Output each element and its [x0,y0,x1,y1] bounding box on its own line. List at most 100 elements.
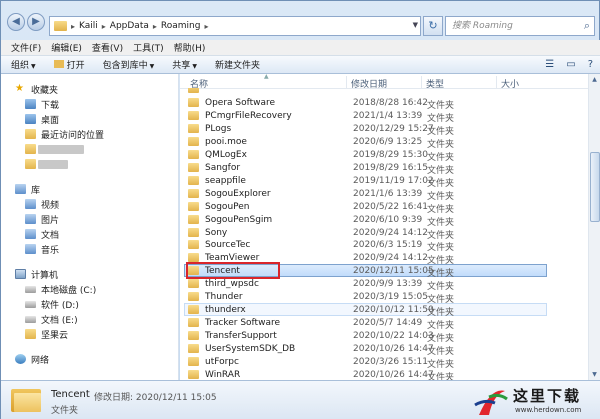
folder-icon [188,162,199,172]
list-item[interactable]: SogouPenSgim 2020/6/10 9:39 文件夹 [184,213,547,228]
list-item[interactable]: Thunder 2020/3/19 15:05 文件夹 [184,290,547,305]
search-icon[interactable]: ⌕ [584,17,590,35]
new-folder-button[interactable]: 新建文件夹 [215,58,260,71]
file-name: Tencent [205,266,240,277]
list-item[interactable]: SogouExplorer 2021/1/6 13:39 文件夹 [184,187,547,202]
list-item[interactable]: PCmgrFileRecovery 2021/1/4 13:39 文件夹 [184,109,547,124]
list-item[interactable]: PLogs 2020/12/29 15:27 文件夹 [184,122,547,137]
drive-icon [25,315,36,323]
file-date: 2020/3/19 15:05 [353,292,428,303]
nav-blurred-item-1[interactable] [25,142,89,156]
list-item[interactable]: third_wpsdc 2020/9/9 13:39 文件夹 [184,277,547,292]
share-button[interactable]: 共享 ▼ [172,58,197,71]
refresh-icon[interactable]: ↻ [423,16,443,36]
nav-network[interactable]: 网络 [15,352,49,366]
watermark-url: www.herdown.com [515,406,582,414]
chevron-down-icon[interactable]: ▼ [413,21,418,29]
file-name: Tracker Software [205,318,281,329]
file-date: 2020/10/12 11:50 [353,305,434,316]
include-in-library-button[interactable]: 包含到库中 ▼ [103,58,155,71]
folder-icon [188,110,199,120]
list-item[interactable]: TeamViewer 2020/9/24 14:12 文件夹 [184,251,547,266]
breadcrumb-roaming[interactable]: Roaming [161,21,201,31]
drive-icon [25,285,36,293]
folder-icon [188,227,199,237]
nav-downloads[interactable]: 下载 [25,97,59,111]
folder-icon [25,159,36,169]
nav-pictures[interactable]: 图片 [25,212,59,226]
menu-view[interactable]: 查看(V) [92,41,123,54]
list-item[interactable]: Sony 2020/9/24 14:12 文件夹 [184,226,547,241]
nav-drive-e[interactable]: 文档 (E:) [25,312,78,326]
explorer-window: ◀ ▶ ▸ Kaili ▸ AppData ▸ Roaming ▸ ▼ ↻ 搜索… [0,0,600,419]
search-input[interactable]: 搜索 Roaming ⌕ [445,16,595,36]
menu-file[interactable]: 文件(F) [11,41,41,54]
scroll-down-icon[interactable]: ▼ [589,369,600,380]
watermark-emblem-icon [474,390,508,415]
list-item[interactable]: seappfile 2019/11/19 17:02 文件夹 [184,174,547,189]
file-name: PLogs [205,123,232,134]
scroll-up-icon[interactable]: ▲ [589,74,600,85]
folder-icon [54,21,67,31]
menu-tools[interactable]: 工具(T) [133,41,164,54]
breadcrumb-appdata[interactable]: AppData [110,21,149,31]
folder-icon [188,369,199,379]
nav-videos[interactable]: 视频 [25,197,59,211]
list-item[interactable]: QMLogEx 2019/8/29 15:30 文件夹 [184,148,547,163]
list-item[interactable]: WinRAR 2020/10/26 14:47 文件夹 [184,368,547,380]
list-item[interactable]: Tracker Software 2020/5/7 14:49 文件夹 [184,316,547,331]
file-list[interactable]: ▲ 名称 修改日期 类型 大小 Opera Software 2018/8/28 … [180,74,600,380]
file-name: pooi.moe [205,136,247,147]
nav-jianguoyun[interactable]: 坚果云 [25,327,68,341]
list-item[interactable]: Opera Software 2018/8/28 16:42 文件夹 [184,96,547,111]
list-item[interactable]: Tencent 2020/12/11 15:05 文件夹 [184,264,547,279]
file-name: Sony [205,227,228,238]
file-name: TeamViewer [205,253,260,264]
list-item[interactable]: SogouPen 2020/5/22 16:41 文件夹 [184,200,547,215]
file-date: 2020/9/24 14:12 [353,253,428,264]
vertical-scrollbar[interactable]: ▲ ▼ [588,74,600,380]
nav-documents[interactable]: 文档 [25,227,59,241]
nav-music[interactable]: 音乐 [25,242,59,256]
open-button[interactable]: 打开 [53,58,85,71]
back-arrow-icon[interactable]: ◀ [7,13,25,31]
nav-favorites[interactable]: ★ 收藏夹 [15,82,58,96]
menu-help[interactable]: 帮助(H) [174,41,206,54]
details-name: Tencent [51,389,90,400]
address-bar[interactable]: ▸ Kaili ▸ AppData ▸ Roaming ▸ ▼ [49,16,421,36]
list-item[interactable]: utForpc 2020/3/26 15:11 文件夹 [184,355,547,370]
folder-icon [53,60,64,68]
nav-recent[interactable]: 最近访问的位置 [25,127,104,141]
folder-icon [188,292,199,302]
nav-computer[interactable]: 计算机 [15,267,58,281]
forward-arrow-icon[interactable]: ▶ [27,13,45,31]
breadcrumb-kaili[interactable]: Kaili [79,21,98,31]
list-item[interactable]: Sangfor 2019/8/29 16:15 文件夹 [184,161,547,176]
nav-blurred-item-2[interactable] [25,157,73,171]
file-name: utForpc [205,357,239,367]
list-item[interactable]: TransferSupport 2020/10/22 14:03 文件夹 [184,329,547,344]
help-icon[interactable]: ? [588,59,593,71]
list-item[interactable]: thunderx 2020/10/12 11:50 文件夹 [184,303,547,318]
organize-button[interactable]: 组织 ▼ [11,58,36,71]
list-item[interactable]: SourceTec 2020/6/3 15:19 文件夹 [184,238,547,253]
list-item[interactable]: pooi.moe 2020/6/9 13:25 文件夹 [184,135,547,150]
list-item[interactable]: UserSystemSDK_DB 2020/10/26 14:47 文件夹 [184,342,547,357]
recent-places-icon [25,129,36,139]
folder-icon [188,188,199,198]
video-icon [25,199,36,209]
nav-desktop[interactable]: 桌面 [25,112,59,126]
preview-pane-icon[interactable]: ▭ [566,59,575,71]
file-date: 2020/12/29 15:27 [353,123,434,134]
navigation-pane[interactable]: ★ 收藏夹 下载 桌面 最近访问的位置 库 视频 图片 文档 音乐 计算机 本地磁… [1,74,179,380]
menu-edit[interactable]: 编辑(E) [51,41,82,54]
nav-drive-d[interactable]: 软件 (D:) [25,297,79,311]
details-modified: 修改日期: 2020/12/11 15:05 [94,393,217,403]
list-item-partial[interactable] [184,87,547,95]
chevron-right-icon: ▸ [152,21,157,31]
nav-drive-c[interactable]: 本地磁盘 (C:) [25,282,96,296]
folder-icon [188,214,199,224]
nav-libraries[interactable]: 库 [15,182,40,196]
scrollbar-thumb[interactable] [590,152,600,222]
view-options-icon[interactable]: ☰ [545,59,554,71]
